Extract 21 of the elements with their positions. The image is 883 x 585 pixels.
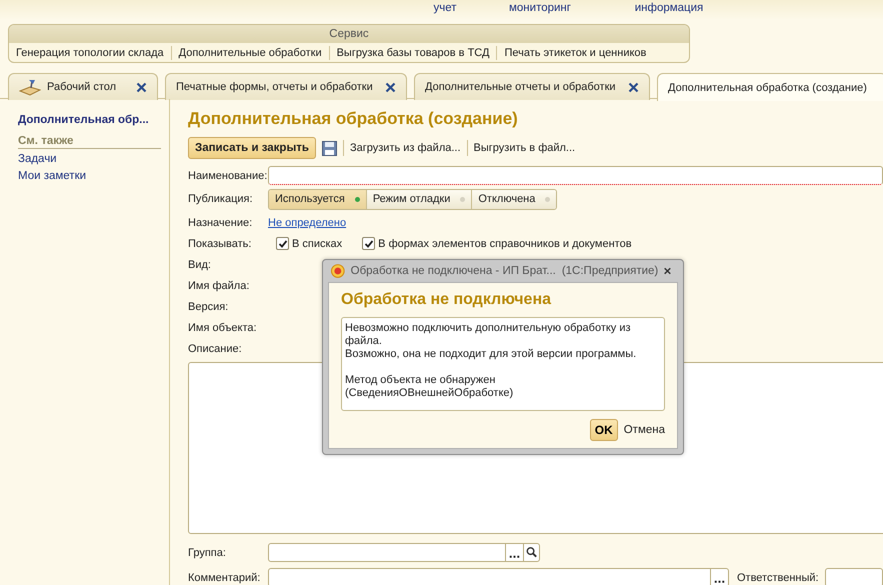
field-label: Показывать: [188, 238, 252, 250]
field-label: Публикация: [188, 193, 254, 205]
field-label: Имя файла: [188, 280, 250, 292]
dialog-app-name: (1С:Предприятие) [562, 265, 658, 277]
field-label: Группа: [188, 546, 227, 558]
message-text: Невозможно подключить дополнительную обработку из файла. Возможно, она не подходит для этой версии программы. Метод объекта не обнаружен (СведенияОВнешнейОбработке) [341, 317, 665, 411]
checkbox-label: В списках [292, 238, 342, 250]
dialog-heading: Обработка не подключена [341, 291, 552, 309]
field-label: Имя объекта: [188, 322, 258, 334]
checkbox-label: В формах элементов справочников и документов [378, 238, 632, 250]
field-label: Описание: [188, 342, 243, 354]
section-heading: См. также [18, 135, 161, 149]
field-label: Комментарий: [188, 572, 262, 584]
field-label: Версия: [188, 300, 230, 312]
panel-title: Сервис [329, 27, 369, 42]
field-label: Ответственный: [736, 572, 819, 584]
field-label: Назначение: [188, 216, 254, 228]
field-label: Наименование: [188, 170, 268, 182]
field-label: Вид: [188, 258, 212, 270]
form-title: Дополнительная обработка (создание) [188, 109, 519, 129]
dialog-title: Обработка не подключена - ИП Брат... [350, 265, 556, 277]
